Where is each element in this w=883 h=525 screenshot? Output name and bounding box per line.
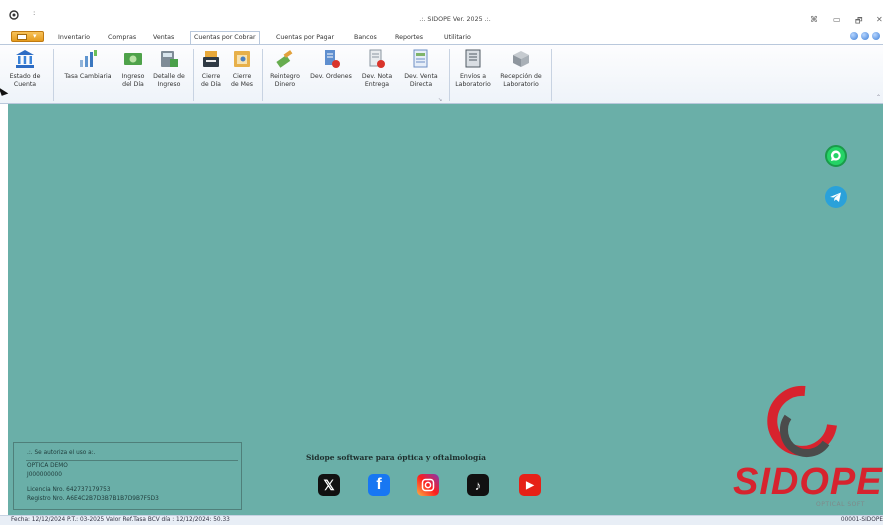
tasa-cambiaria-button[interactable]: Tasa Cambiaria bbox=[60, 48, 116, 81]
exchange-rate-icon bbox=[80, 50, 97, 67]
ribbon-label: Dev. Nota Entrega bbox=[361, 73, 393, 88]
recepcion-de-laboratorio-button[interactable]: Recepción de Laboratorio bbox=[496, 48, 546, 88]
receive-box-icon bbox=[513, 51, 529, 67]
ribbon-label: Tasa Cambiaria bbox=[64, 73, 112, 80]
settings-icon[interactable] bbox=[872, 32, 880, 40]
ribbon-label: Estado de Cuenta bbox=[9, 73, 41, 88]
ribbon-label: Envíos a Laboratorio bbox=[455, 73, 491, 88]
info-icon[interactable] bbox=[861, 32, 869, 40]
title-bar: : .:. SIDOPE Ver. 2025 .:. ⌘ ▭ 🗗 ✕ bbox=[0, 0, 883, 30]
group-separator bbox=[449, 49, 450, 101]
instagram-icon[interactable] bbox=[417, 474, 439, 496]
tab-inventario[interactable]: Inventario bbox=[58, 32, 90, 44]
x-icon[interactable]: 𝕏 bbox=[318, 474, 340, 496]
tab-utilitario[interactable]: Utilitario bbox=[444, 32, 471, 44]
restore-button[interactable]: 🗗 bbox=[855, 15, 863, 29]
tab-bancos[interactable]: Bancos bbox=[354, 32, 377, 44]
tab-compras[interactable]: Compras bbox=[108, 32, 136, 44]
window-title: .:. SIDOPE Ver. 2025 .:. bbox=[419, 16, 491, 23]
calendar-icon bbox=[234, 51, 250, 67]
cash-icon bbox=[124, 53, 142, 65]
quick-access-toolbar[interactable]: : bbox=[33, 9, 35, 17]
pin-icon[interactable]: ⌘ bbox=[810, 15, 818, 24]
ribbon-panel: Estado de Cuenta Tasa Cambiaria Ingreso … bbox=[0, 44, 883, 104]
ribbon-label: Detalle de Ingreso bbox=[153, 73, 185, 88]
estado-de-cuenta-button[interactable]: Estado de Cuenta bbox=[8, 48, 42, 88]
tab-cuentas-por-pagar[interactable]: Cuentas por Pagar bbox=[276, 32, 334, 44]
cierre-de-dia-button[interactable]: Cierre de Día bbox=[197, 48, 225, 88]
return-sale-icon bbox=[413, 49, 428, 68]
cierre-de-mes-button[interactable]: Cierre de Mes bbox=[227, 48, 257, 88]
status-bar: Fecha: 12/12/2024 P.T.: 03-2025 Valor Re… bbox=[0, 515, 883, 525]
licensee-id: J000000000 bbox=[27, 472, 62, 478]
close-button[interactable]: ✕ bbox=[876, 15, 883, 24]
telegram-icon[interactable] bbox=[825, 186, 847, 208]
chevron-down-icon: ▾ bbox=[33, 32, 37, 40]
return-orders-icon bbox=[325, 50, 340, 68]
ribbon-label: Recepción de Laboratorio bbox=[500, 73, 542, 88]
app-menu-icon bbox=[17, 34, 27, 40]
license-heading: .:. Se autoriza el uso a:. bbox=[27, 450, 96, 456]
envios-a-laboratorio-button[interactable]: Envíos a Laboratorio bbox=[452, 48, 494, 88]
calculator-icon bbox=[161, 51, 178, 67]
license-panel: .:. Se autoriza el uso a:. OPTICA DEMO J… bbox=[13, 442, 242, 510]
logo-wordmark: SIDOPE bbox=[733, 461, 883, 503]
group-separator bbox=[53, 49, 54, 101]
refund-icon bbox=[276, 50, 293, 68]
help-buttons bbox=[850, 32, 883, 42]
tab-reportes[interactable]: Reportes bbox=[395, 32, 423, 44]
ribbon-label: Dev. Venta Directa bbox=[404, 73, 438, 88]
application-menu-button[interactable]: ▾ bbox=[11, 31, 44, 42]
tab-ventas[interactable]: Ventas bbox=[153, 32, 174, 44]
help-icon[interactable] bbox=[850, 32, 858, 40]
ribbon-label: Cierre de Mes bbox=[230, 73, 254, 88]
ingreso-del-dia-button[interactable]: Ingreso del Día bbox=[116, 48, 150, 88]
ribbon-label: Cierre de Día bbox=[201, 73, 221, 88]
minimize-button[interactable]: ▭ bbox=[833, 15, 841, 24]
return-note-icon bbox=[369, 49, 385, 68]
tiktok-icon[interactable]: ♪ bbox=[467, 474, 489, 496]
bank-icon bbox=[16, 50, 34, 68]
dev-ordenes-button[interactable]: Dev. Ordenes bbox=[306, 48, 356, 81]
licensee-name: OPTICA DEMO bbox=[27, 463, 68, 469]
facebook-icon[interactable]: f bbox=[368, 474, 390, 496]
dev-venta-directa-button[interactable]: Dev. Venta Directa bbox=[398, 48, 444, 88]
group-separator bbox=[551, 49, 552, 101]
youtube-icon[interactable]: ▶ bbox=[519, 474, 541, 496]
app-icon[interactable] bbox=[9, 10, 19, 20]
divider bbox=[26, 460, 238, 461]
dev-nota-entrega-button[interactable]: Dev. Nota Entrega bbox=[358, 48, 396, 88]
promo-tagline: Sidope software para óptica y oftalmolog… bbox=[306, 453, 486, 462]
license-number: Licencia Nro. 642737179753 bbox=[27, 487, 111, 493]
collapse-ribbon-icon[interactable]: ⌃ bbox=[876, 94, 881, 101]
dialog-launcher-icon[interactable]: ↘ bbox=[438, 97, 442, 103]
ribbon-label: Reintegro Dinero bbox=[270, 73, 300, 88]
ribbon-label: Dev. Ordenes bbox=[310, 73, 352, 80]
tab-cuentas-por-cobrar[interactable]: Cuentas por Cobrar bbox=[190, 31, 260, 44]
shipping-icon bbox=[465, 49, 481, 68]
ribbon-label: Ingreso del Día bbox=[121, 73, 145, 88]
status-info: Fecha: 12/12/2024 P.T.: 03-2025 Valor Re… bbox=[11, 517, 230, 523]
logo-subtitle: OPTICAL SOFT bbox=[816, 501, 865, 508]
group-separator bbox=[193, 49, 194, 101]
detalle-de-ingreso-button[interactable]: Detalle de Ingreso bbox=[150, 48, 188, 88]
status-user: 00001-SIDOPE bbox=[840, 517, 883, 523]
cash-register-icon bbox=[203, 51, 219, 67]
whatsapp-icon[interactable] bbox=[825, 145, 847, 167]
registry-number: Registro Nro. A6E4C2B7D3B7B1B7D9B7F5D3 bbox=[27, 496, 159, 502]
group-separator bbox=[262, 49, 263, 101]
ribbon-tabs: ▾ Inventario Compras Ventas Cuentas por … bbox=[0, 30, 883, 44]
reintegro-dinero-button[interactable]: Reintegro Dinero bbox=[266, 48, 304, 88]
